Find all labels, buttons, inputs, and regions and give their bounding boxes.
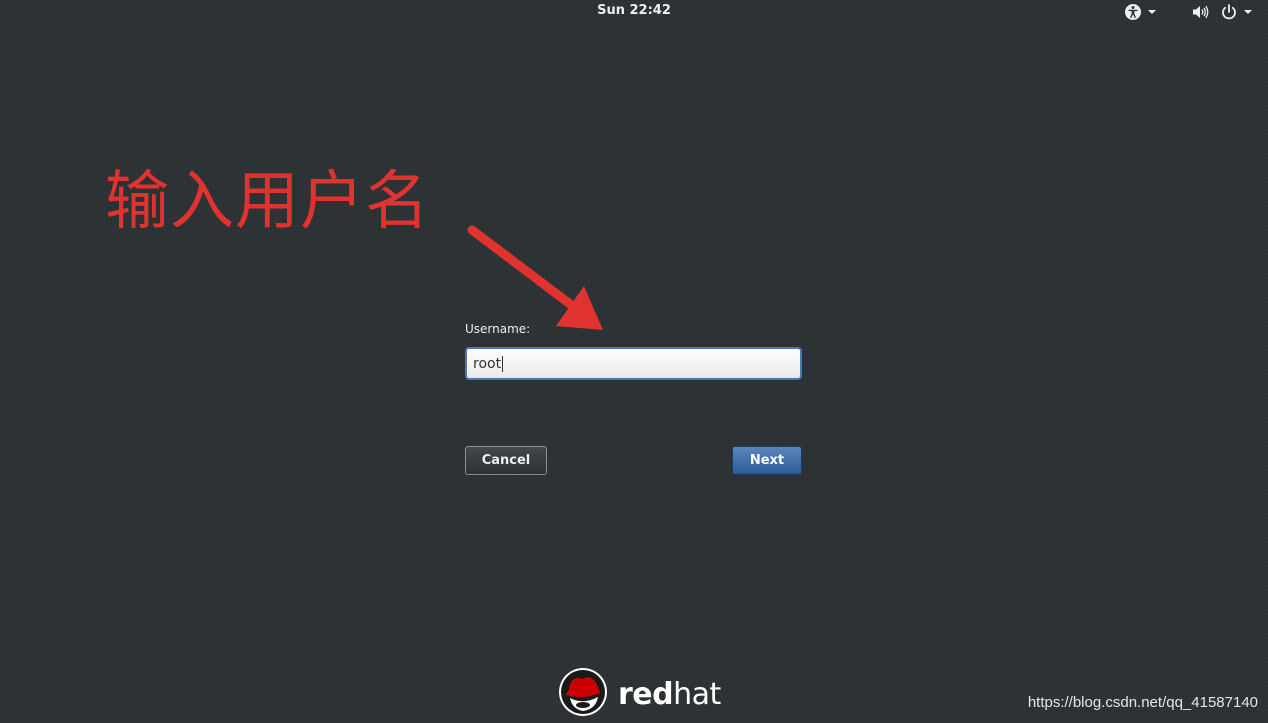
username-value: root <box>473 355 502 372</box>
username-label: Username: <box>465 322 531 336</box>
chevron-down-icon <box>1148 10 1156 14</box>
logo-text-bold: red <box>618 676 674 712</box>
annotation-label: 输入用户名 <box>105 165 430 239</box>
text-caret <box>502 355 504 372</box>
username-input[interactable]: root <box>465 347 802 380</box>
logo-wordmark: redhat <box>618 677 721 712</box>
cancel-button[interactable]: Cancel <box>465 446 547 475</box>
shadowman-icon <box>558 667 608 721</box>
top-bar: Sun 22:42 <box>0 0 1268 24</box>
chevron-down-icon <box>1244 10 1252 14</box>
logo-text-light: hat <box>673 676 721 712</box>
clock[interactable]: Sun 22:42 <box>0 3 1268 18</box>
accessibility-menu[interactable] <box>1124 2 1156 22</box>
login-form: Username: root Cancel Next <box>465 320 802 475</box>
redhat-logo: redhat <box>558 668 721 720</box>
power-icon <box>1220 3 1238 21</box>
watermark: https://blog.csdn.net/qq_41587140 <box>1027 694 1258 711</box>
login-screen: Sun 22:42 输入用户名 Username: root Cancel Ne… <box>0 0 1268 723</box>
volume-icon <box>1190 3 1210 21</box>
next-button[interactable]: Next <box>732 446 802 475</box>
accessibility-icon <box>1124 3 1142 21</box>
system-menu[interactable] <box>1190 2 1252 22</box>
